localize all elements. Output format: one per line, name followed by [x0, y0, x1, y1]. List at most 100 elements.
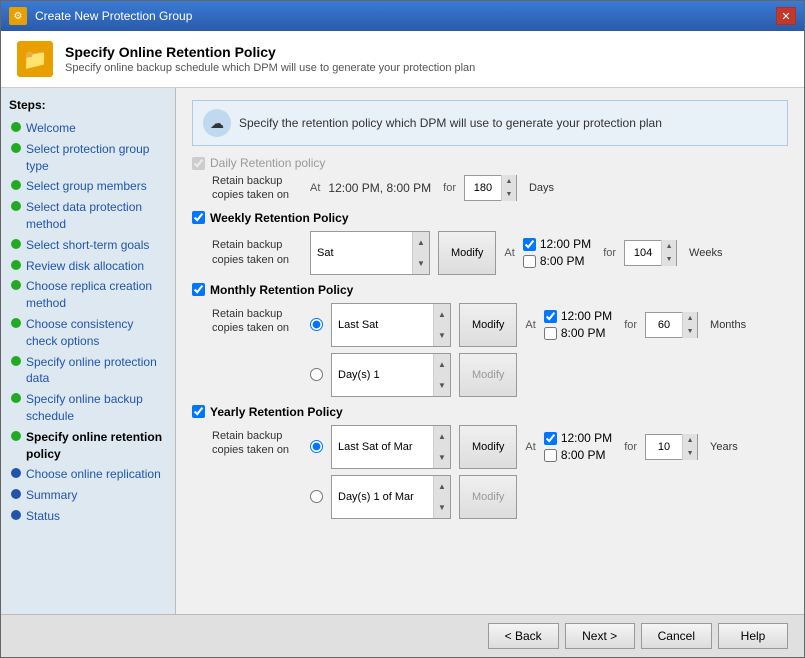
daily-retention-checkbox[interactable] [192, 157, 205, 170]
page-title: Specify Online Retention Policy [65, 44, 475, 60]
daily-decrement-button[interactable]: ▼ [502, 188, 516, 201]
yearly-at-label: At [525, 441, 535, 453]
monthly-increment-button[interactable]: ▲ [683, 312, 697, 325]
weekly-retention-checkbox[interactable] [192, 211, 205, 224]
monthly-down2-button[interactable]: ▼ [434, 375, 450, 396]
monthly-dropdown2[interactable]: Day(s) 1 ▲ ▼ [331, 353, 451, 397]
yearly-modify2-button: Modify [459, 475, 517, 519]
sidebar-item-summary[interactable]: Summary [9, 485, 167, 506]
sidebar-item-select-data-protection-method[interactable]: Select data protection method [9, 197, 167, 235]
yearly-time2-checkbox[interactable] [544, 449, 557, 462]
weekly-time2-checkbox[interactable] [523, 255, 536, 268]
daily-increment-button[interactable]: ▲ [502, 175, 516, 188]
header-icon: 📁 [17, 41, 53, 77]
dot-icon [11, 280, 21, 290]
yearly-radio2[interactable] [310, 490, 323, 503]
yearly-dropdown1[interactable]: Last Sat of Mar ▲ ▼ [331, 425, 451, 469]
yearly-down2-button[interactable]: ▼ [434, 497, 450, 518]
sidebar-item-specify-online-retention-policy[interactable]: Specify online retention policy [9, 427, 167, 465]
monthly-time1-row: 12:00 PM [544, 309, 612, 323]
weekly-up-button[interactable]: ▲ [413, 232, 429, 253]
sidebar-label: Select protection group type [26, 141, 165, 175]
sidebar-label: Review disk allocation [26, 258, 144, 275]
monthly-spinner-arrows: ▲ ▼ [682, 312, 697, 338]
dot-icon [11, 201, 21, 211]
weekly-increment-button[interactable]: ▲ [662, 240, 676, 253]
title-bar-icon: ⚙ [9, 7, 27, 25]
yearly-dropdown2[interactable]: Day(s) 1 of Mar ▲ ▼ [331, 475, 451, 519]
yearly-increment-button[interactable]: ▲ [683, 434, 697, 447]
monthly-decrement-button[interactable]: ▼ [683, 325, 697, 338]
yearly-value-input[interactable] [646, 439, 682, 455]
monthly-dropdown2-arrows: ▲ ▼ [433, 354, 450, 396]
monthly-up1-button[interactable]: ▲ [434, 304, 450, 325]
monthly-modify1-button[interactable]: Modify [459, 303, 517, 347]
monthly-dropdown1[interactable]: Last Sat ▲ ▼ [331, 303, 451, 347]
title-bar: ⚙ Create New Protection Group ✕ [1, 1, 804, 31]
sidebar-item-choose-consistency-check-options[interactable]: Choose consistency check options [9, 314, 167, 352]
sidebar-item-status[interactable]: Status [9, 506, 167, 527]
monthly-radio2[interactable] [310, 368, 323, 381]
sidebar-item-specify-online-backup-schedule[interactable]: Specify online backup schedule [9, 389, 167, 427]
monthly-dropdown1-arrows: ▲ ▼ [433, 304, 450, 346]
weekly-dropdown[interactable]: Sat ▲ ▼ [310, 231, 430, 275]
yearly-retention-checkbox[interactable] [192, 405, 205, 418]
sidebar-item-welcome[interactable]: Welcome [9, 118, 167, 139]
sidebar-item-choose-online-replication[interactable]: Choose online replication [9, 464, 167, 485]
yearly-down1-button[interactable]: ▼ [434, 447, 450, 468]
dot-icon [11, 468, 21, 478]
yearly-decrement-button[interactable]: ▼ [683, 447, 697, 460]
yearly-time1-label: 12:00 PM [561, 431, 612, 445]
weekly-value-input[interactable] [625, 245, 661, 261]
daily-times: 12:00 PM, 8:00 PM [328, 181, 431, 195]
weekly-down-button[interactable]: ▼ [413, 253, 429, 274]
weekly-time1-checkbox[interactable] [523, 238, 536, 251]
monthly-time-checkboxes: 12:00 PM 8:00 PM [544, 309, 612, 340]
monthly-radio1[interactable] [310, 318, 323, 331]
monthly-time2-checkbox[interactable] [544, 327, 557, 340]
close-button[interactable]: ✕ [776, 7, 796, 25]
yearly-retention-label: Yearly Retention Policy [210, 405, 343, 419]
yearly-time-checkboxes: 12:00 PM 8:00 PM [544, 431, 612, 462]
monthly-time2-label: 8:00 PM [561, 326, 606, 340]
monthly-time2-row: 8:00 PM [544, 326, 612, 340]
sidebar-item-select-group-members[interactable]: Select group members [9, 176, 167, 197]
sidebar-item-specify-online-protection-data[interactable]: Specify online protection data [9, 352, 167, 390]
header-text: Specify Online Retention Policy Specify … [65, 44, 475, 74]
monthly-up2-button[interactable]: ▲ [434, 354, 450, 375]
monthly-dropdown2-value: Day(s) 1 [332, 354, 433, 396]
next-button[interactable]: Next > [565, 623, 635, 649]
daily-value-input[interactable] [465, 180, 501, 196]
dot-icon [11, 143, 21, 153]
main-content: ☁ Specify the retention policy which DPM… [176, 88, 804, 614]
yearly-for-label: for [624, 441, 637, 453]
sidebar-item-choose-replica-creation-method[interactable]: Choose replica creation method [9, 276, 167, 314]
weekly-retain-label: Retain backup copies taken on [212, 238, 302, 267]
page-header: 📁 Specify Online Retention Policy Specif… [1, 31, 804, 88]
monthly-value-input[interactable] [646, 317, 682, 333]
yearly-radio1[interactable] [310, 440, 323, 453]
daily-time-value: 12:00 PM, 8:00 PM [328, 181, 431, 195]
yearly-time1-checkbox[interactable] [544, 432, 557, 445]
weekly-decrement-button[interactable]: ▼ [662, 253, 676, 266]
sidebar-item-select-short-term-goals[interactable]: Select short-term goals [9, 235, 167, 256]
monthly-time1-checkbox[interactable] [544, 310, 557, 323]
monthly-down1-button[interactable]: ▼ [434, 325, 450, 346]
yearly-up1-button[interactable]: ▲ [434, 426, 450, 447]
back-button[interactable]: < Back [488, 623, 559, 649]
cancel-button[interactable]: Cancel [641, 623, 712, 649]
sidebar-item-select-protection-group-type[interactable]: Select protection group type [9, 139, 167, 177]
sidebar-item-review-disk-allocation[interactable]: Review disk allocation [9, 256, 167, 277]
monthly-retention-label: Monthly Retention Policy [210, 283, 353, 297]
weekly-time1-row: 12:00 PM [523, 237, 591, 251]
sidebar-label: Choose online replication [26, 466, 161, 483]
weekly-retention-label: Weekly Retention Policy [210, 211, 349, 225]
help-button[interactable]: Help [718, 623, 788, 649]
monthly-unit-label: Months [710, 319, 746, 331]
monthly-retention-checkbox[interactable] [192, 283, 205, 296]
weekly-modify-button[interactable]: Modify [438, 231, 496, 275]
yearly-modify1-button[interactable]: Modify [459, 425, 517, 469]
sidebar-label: Specify online backup schedule [26, 391, 165, 425]
yearly-spinner: ▲ ▼ [645, 434, 698, 460]
yearly-up2-button[interactable]: ▲ [434, 476, 450, 497]
